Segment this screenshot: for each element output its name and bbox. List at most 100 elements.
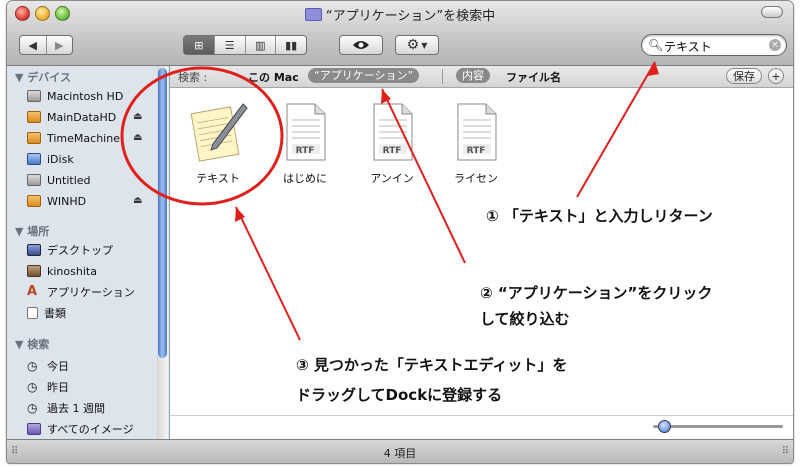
sidebar-item-idisk[interactable]: iDisk [27, 150, 74, 168]
annotation-step1: ① 「テキスト」と入力しリターン [486, 207, 713, 225]
sidebar-header-label: 検索 [27, 338, 50, 351]
file-item-textedit[interactable]: テキスト [178, 98, 258, 186]
sidebar-item-winhd[interactable]: WINHD [27, 192, 86, 210]
forward-button[interactable]: ▶ [47, 36, 73, 54]
window-resize-icon[interactable]: ⠿ [782, 446, 789, 457]
applications-icon: A [27, 284, 38, 299]
resize-grip-icon[interactable]: ⠿ [11, 446, 18, 457]
sidebar-item-maindatahd[interactable]: MainDataHD [27, 108, 116, 126]
sidebar-item-desktop[interactable]: デスクトップ [27, 241, 113, 259]
sidebar-section-places[interactable]: ▼ 場所 [15, 223, 49, 239]
sidebar-item-documents[interactable]: 書類 [27, 304, 66, 322]
file-item-readme[interactable]: RTF はじめに [265, 98, 345, 186]
sidebar-item-timemachine[interactable]: TimeMachine [27, 129, 120, 147]
scope-applications[interactable]: “アプリケーション” [308, 68, 420, 83]
external-drive-icon [27, 132, 41, 144]
annotation-step3-line1: ③ 見つかった「テキストエディット」を [296, 356, 568, 374]
search-icon: 🔍︎ [648, 38, 664, 52]
smart-folder-icon [304, 8, 322, 21]
title-toolbar: “アプリケーション”を検索中 ◀ ▶ ⊞ ☰ ▥ ▮▮ ⚙ ▼ 🔍︎ テキスト … [7, 1, 793, 66]
search-input[interactable] [662, 37, 766, 55]
icon-size-slider-track[interactable] [653, 425, 783, 428]
back-forward-control: ◀ ▶ [19, 35, 73, 55]
documents-icon [27, 307, 38, 319]
textedit-app-icon [190, 103, 248, 162]
window-title-text: “アプリケーション”を検索中 [325, 9, 496, 24]
sidebar-item-label: 書類 [44, 307, 66, 320]
rtf-badge: RTF [295, 146, 315, 156]
sidebar-scroll-thumb[interactable] [158, 68, 167, 358]
status-bar: 4 項目 ⠿ ⠿ [7, 439, 793, 463]
save-search-button[interactable]: 保存 [726, 68, 762, 84]
action-menu-button[interactable]: ⚙ ▼ [395, 35, 439, 55]
scope-filename[interactable]: ファイル名 [506, 69, 561, 85]
clock-icon: ◷ [27, 359, 38, 373]
clear-search-icon[interactable]: × [769, 39, 781, 51]
scope-label: 検索 : [178, 71, 208, 84]
eject-icon[interactable]: ⏏ [133, 111, 142, 122]
sidebar-item-label: MainDataHD [47, 110, 117, 124]
column-view-button[interactable]: ▥ [246, 36, 277, 54]
scope-divider [442, 69, 443, 84]
desktop-icon [27, 244, 41, 256]
eject-icon[interactable]: ⏏ [133, 132, 142, 143]
back-arrow-icon: ◀ [28, 38, 37, 52]
annotation-step3-line2: ドラッグしてDockに登録する [296, 386, 503, 404]
rtf-badge: RTF [466, 146, 486, 156]
sidebar-item-today[interactable]: ◷ 今日 [27, 357, 69, 375]
external-drive-icon [27, 111, 41, 123]
sidebar-item-untitled[interactable]: Untitled [27, 171, 91, 189]
sidebar-item-all-images[interactable]: すべてのイメージ [27, 420, 134, 438]
sidebar-item-applications[interactable]: A アプリケーション [27, 283, 135, 301]
back-button[interactable]: ◀ [20, 36, 47, 54]
column-view-icon: ▥ [255, 38, 266, 52]
coverflow-view-button[interactable]: ▮▮ [276, 36, 306, 54]
sidebar-item-kinoshita[interactable]: kinoshita [27, 262, 97, 280]
forward-arrow-icon: ▶ [55, 38, 64, 52]
scope-this-mac[interactable]: この Mac [248, 69, 299, 85]
sidebar-item-label: 過去 1 週間 [47, 402, 105, 415]
sidebar-item-yesterday[interactable]: ◷ 昨日 [27, 378, 69, 396]
sidebar-section-search[interactable]: ▼ 検索 [15, 336, 49, 352]
file-item-license[interactable]: RTF ライセン [436, 98, 516, 186]
sidebar-header-label: 場所 [27, 225, 50, 238]
sidebar: ▼ デバイス Macintosh HD MainDataHD ⏏ TimeMac… [7, 66, 170, 439]
search-scope-bar: 検索 : この Mac “アプリケーション” 内容 ファイル名 保存 + [170, 66, 793, 88]
sidebar-item-macintosh-hd[interactable]: Macintosh HD [27, 87, 123, 105]
sidebar-item-label: TimeMachine [47, 131, 120, 145]
icon-size-slider-knob[interactable] [658, 420, 671, 433]
sidebar-item-label: デスクトップ [47, 244, 113, 257]
rtf-badge: RTF [382, 146, 402, 156]
icon-size-bar [170, 415, 793, 440]
file-label: はじめに [283, 172, 327, 185]
sidebar-scrollbar[interactable] [157, 66, 168, 439]
file-label: テキスト [196, 172, 240, 185]
sidebar-item-label: すべてのイメージ [47, 423, 134, 436]
scope-contents[interactable]: 内容 [456, 68, 490, 83]
sidebar-section-devices[interactable]: ▼ デバイス [15, 69, 71, 85]
icon-view-icon: ⊞ [194, 38, 204, 52]
clock-icon: ◷ [27, 401, 38, 415]
list-view-icon: ☰ [224, 38, 235, 52]
sidebar-item-label: 今日 [47, 360, 69, 373]
add-criteria-button[interactable]: + [768, 68, 784, 84]
quick-look-button[interactable] [339, 35, 383, 55]
hard-drive-icon [27, 174, 41, 186]
file-item-uninstall[interactable]: RTF アンイン [352, 98, 432, 186]
item-count: 4 項目 [383, 447, 417, 460]
sidebar-item-label: 昨日 [47, 381, 69, 394]
sidebar-item-past-week[interactable]: ◷ 過去 1 週間 [27, 399, 105, 417]
toolbar-toggle-button[interactable] [761, 6, 783, 18]
file-label: ライセン [454, 172, 498, 185]
sidebar-item-label: iDisk [47, 152, 74, 166]
sidebar-item-label: WINHD [47, 194, 87, 208]
search-field[interactable]: 🔍︎ × [641, 34, 787, 56]
sidebar-item-label: kinoshita [47, 264, 97, 278]
external-drive-icon [27, 195, 41, 207]
icon-view-button[interactable]: ⊞ [184, 36, 215, 54]
file-label: アンイン [370, 172, 414, 185]
list-view-button[interactable]: ☰ [215, 36, 246, 54]
eject-icon[interactable]: ⏏ [133, 195, 142, 206]
sidebar-item-label: Untitled [47, 173, 91, 187]
smart-folder-icon [27, 423, 41, 435]
